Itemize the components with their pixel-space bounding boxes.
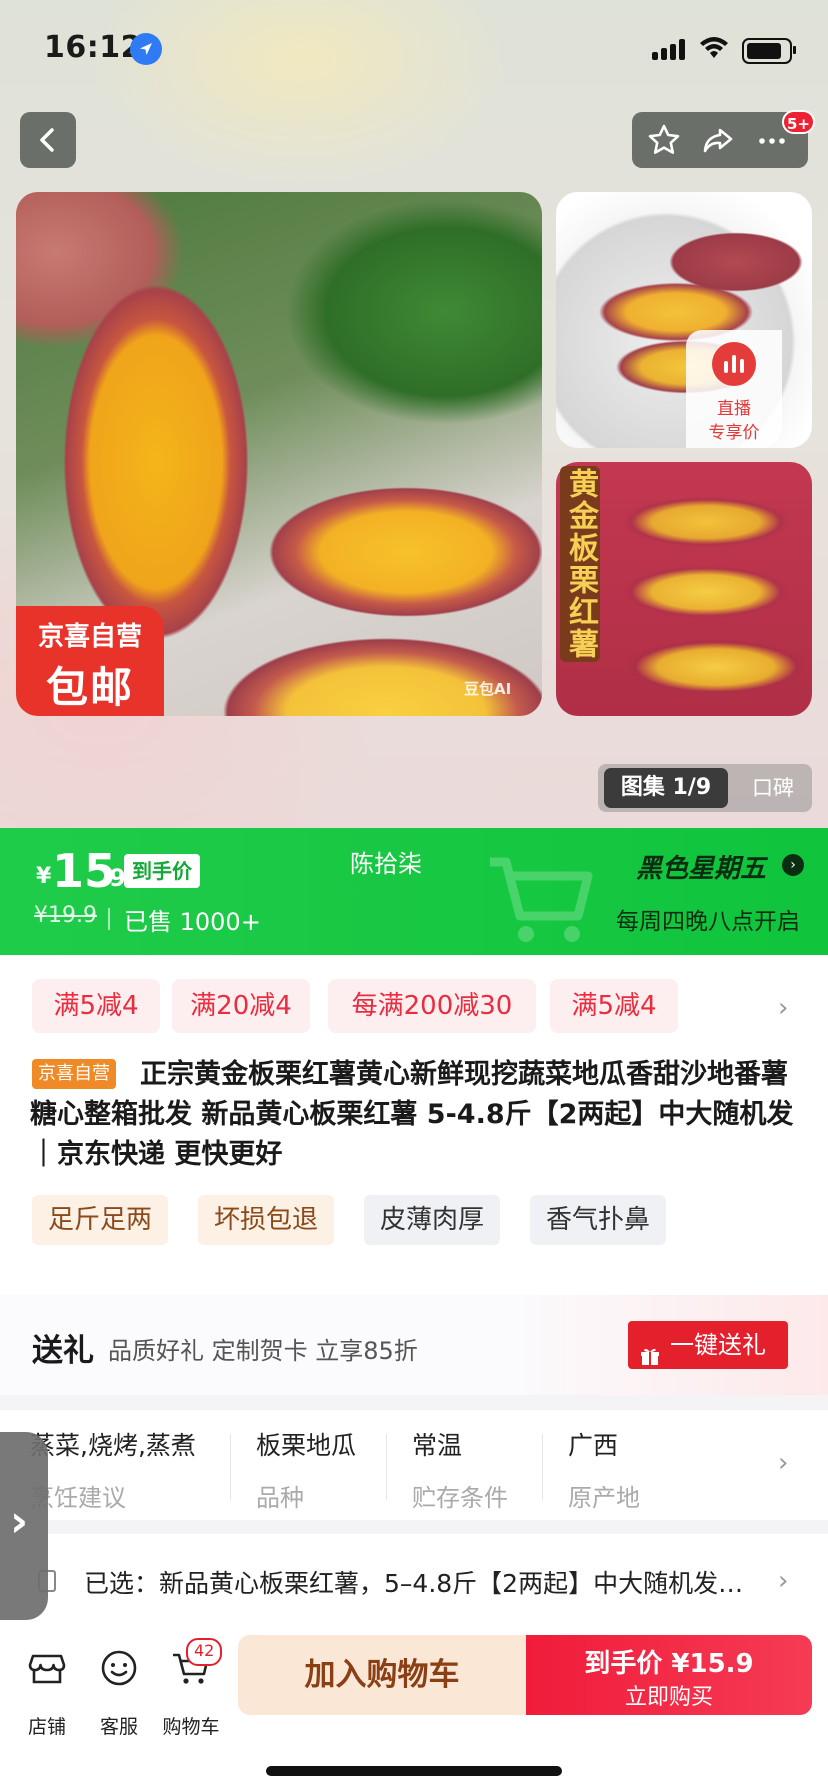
- cellular-signal-icon: [652, 38, 686, 60]
- spec-value: 板栗地瓜: [256, 1431, 357, 1460]
- buy-now-button[interactable]: 到手价 ¥15.9 立即购买: [526, 1635, 812, 1715]
- live-price-label: 专享价: [708, 423, 760, 443]
- status-time: 16:12: [44, 30, 142, 65]
- feature-tag: 足斤足两: [32, 1195, 169, 1245]
- location-arrow-icon: [130, 33, 162, 65]
- tab-reviews[interactable]: 口碑: [740, 768, 806, 808]
- price-banner: ¥ 15 .9 到手价 ¥19.9 已售 1000+ 陈拾柒 黑色星期五 › 每…: [0, 828, 828, 955]
- gift-subtitle: 品质好礼 定制贺卡 立享85折: [108, 1337, 418, 1365]
- price-decimal: .9: [100, 864, 126, 892]
- spec-key: 贮存条件: [412, 1484, 508, 1512]
- gift-title: 送礼: [32, 1333, 94, 1369]
- gallery-tabs: 图集 1/9 口碑: [598, 764, 812, 812]
- live-stream-icon: [712, 342, 756, 386]
- divider: [386, 1434, 387, 1500]
- specs-row[interactable]: 蒸菜,烧烤,蒸煮 烹饪建议 板栗地瓜 品种 常温 贮存条件 广西 原产地 ›: [0, 1410, 828, 1520]
- customer-service-label: 客服: [99, 1716, 138, 1738]
- send-gift-label: 一键送礼: [670, 1331, 766, 1359]
- spec-value: 常温: [412, 1431, 463, 1460]
- live-price-tag[interactable]: 直播 专享价: [686, 330, 782, 448]
- spec-key: 烹饪建议: [30, 1484, 126, 1512]
- spec-item: 广西 原产地: [568, 1426, 640, 1513]
- self-operated-tag: 京喜自营: [32, 1059, 116, 1089]
- thumbnail-vertical-label: 黄金板栗红薯: [560, 466, 600, 662]
- gift-row[interactable]: 送礼 品质好礼 定制贺卡 立享85折 一键送礼: [0, 1295, 828, 1395]
- sold-count: 已售 1000+: [124, 908, 261, 936]
- favorite-star-icon[interactable]: [644, 120, 684, 164]
- product-info-card: 满5减4 满20减4 每满200减30 满5减4 › 正宗黄金板栗红薯黄心新鲜现…: [0, 955, 828, 1295]
- chevron-right-icon[interactable]: ›: [778, 993, 788, 1023]
- spec-item: 板栗地瓜 品种: [256, 1426, 356, 1513]
- cart-label: 购物车: [162, 1716, 220, 1738]
- buy-now-label: 立即购买: [624, 1685, 713, 1710]
- store-icon: [28, 1654, 66, 1684]
- coupon-chip[interactable]: 满5减4: [550, 979, 678, 1033]
- buy-now-price: 到手价 ¥15.9: [584, 1649, 754, 1679]
- live-label: 直播: [717, 399, 751, 419]
- selected-variant-row[interactable]: 已选：新品黄心板栗红薯，5–4.8斤【2两起】中大随机发｜京东快递 更快更好 ›: [0, 1534, 828, 1632]
- battery-icon: [742, 38, 796, 64]
- feature-tag: 坏损包退: [198, 1195, 335, 1245]
- store-tab[interactable]: 店铺: [12, 1646, 82, 1738]
- spec-item: 蒸菜,烧烤,蒸煮 烹饪建议: [30, 1426, 196, 1513]
- feature-tag: 皮薄肉厚: [364, 1195, 501, 1245]
- side-drawer-handle[interactable]: ›: [0, 1432, 48, 1620]
- send-gift-button[interactable]: 一键送礼: [628, 1321, 788, 1369]
- chevron-right-icon[interactable]: ›: [778, 1566, 788, 1596]
- customer-service-icon: [101, 1650, 137, 1686]
- share-icon[interactable]: [698, 120, 738, 164]
- divider: [108, 908, 110, 930]
- customer-service-tab[interactable]: 客服: [84, 1646, 154, 1738]
- coupon-chip[interactable]: 满20减4: [172, 979, 310, 1033]
- spec-value: 蒸菜,烧烤,蒸煮: [30, 1431, 196, 1460]
- stamp-line1: 京喜自营: [37, 622, 142, 652]
- wifi-icon: [698, 34, 730, 64]
- event-subtitle: 每周四晚八点开启: [616, 909, 800, 935]
- chevron-right-icon[interactable]: ›: [782, 854, 804, 876]
- feature-tag: 香气扑鼻: [530, 1195, 667, 1245]
- bottom-action-bar: 店铺 客服 购物车 42 加入购物车 到手价 ¥15.9 立即购买: [0, 1632, 828, 1792]
- product-title: 正宗黄金板栗红薯黄心新鲜现挖蔬菜地瓜香甜沙地番薯糖心整箱批发 新品黄心板栗红薯 …: [30, 1059, 794, 1170]
- divider: [542, 1434, 543, 1500]
- spec-key: 原产地: [568, 1484, 640, 1512]
- spec-key: 品种: [256, 1484, 304, 1512]
- currency-symbol: ¥: [36, 864, 52, 889]
- ai-watermark: 豆包AI: [464, 680, 512, 698]
- chevron-right-icon: ›: [10, 1496, 29, 1547]
- divider: [230, 1434, 231, 1500]
- chevron-left-icon: [40, 128, 54, 152]
- cart-decoration-icon: [480, 832, 600, 952]
- tab-gallery[interactable]: 图集 1/9: [604, 768, 728, 808]
- coupon-chip[interactable]: 每满200减30: [328, 979, 536, 1033]
- event-title[interactable]: 黑色星期五: [636, 848, 766, 885]
- stamp-line2: 包邮: [45, 663, 134, 712]
- spec-item: 常温 贮存条件: [412, 1426, 508, 1513]
- final-price-tag: 到手价: [124, 854, 200, 888]
- gift-icon: [640, 1335, 660, 1365]
- chevron-right-icon[interactable]: ›: [778, 1448, 788, 1478]
- original-price: ¥19.9: [34, 903, 97, 928]
- selected-variant-text: 已选：新品黄心板栗红薯，5–4.8斤【2两起】中大随机发｜京东快递 更快更好: [84, 1569, 764, 1598]
- promo-stamp: 京喜自营 包邮: [16, 606, 164, 716]
- back-button[interactable]: [20, 112, 76, 168]
- seller-name: 陈拾柒: [350, 850, 422, 878]
- spec-value: 广西: [568, 1431, 619, 1460]
- store-label: 店铺: [27, 1716, 66, 1738]
- home-indicator: [266, 1766, 562, 1776]
- coupon-chip[interactable]: 满5减4: [32, 979, 160, 1033]
- add-to-cart-button[interactable]: 加入购物车: [238, 1635, 526, 1715]
- cart-count-badge: 42: [186, 1638, 223, 1666]
- notification-badge: 5+: [782, 110, 816, 134]
